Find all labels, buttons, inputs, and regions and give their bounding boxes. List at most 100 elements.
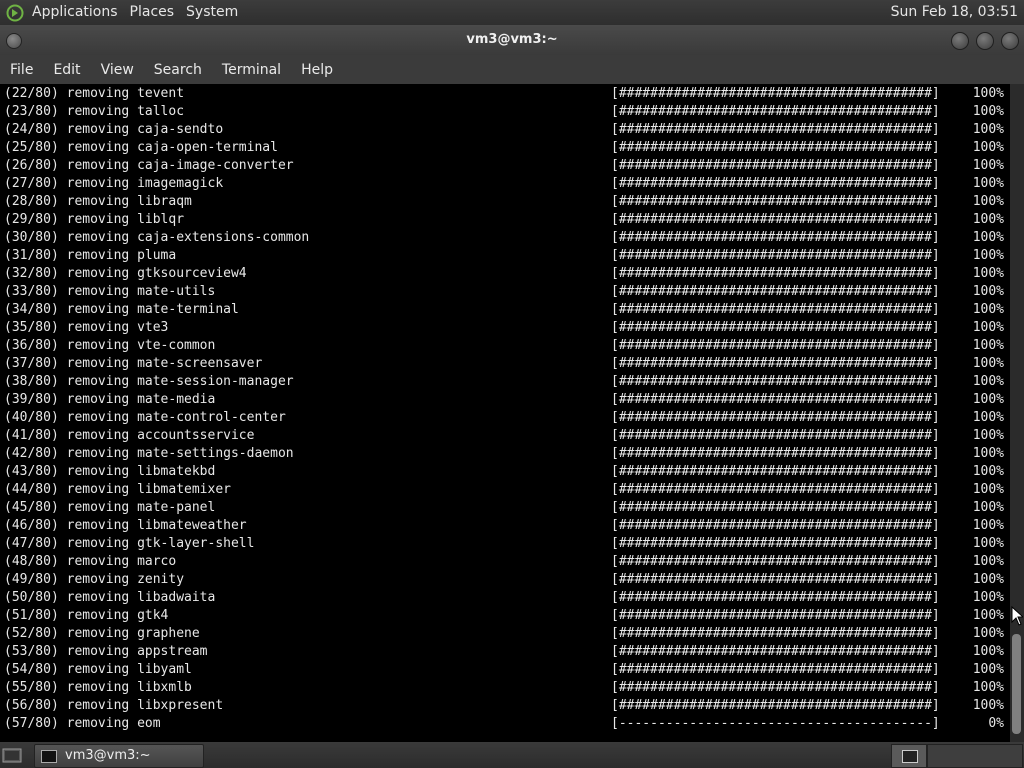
progress-percent: 100%	[972, 212, 1004, 227]
progress-percent: 100%	[972, 338, 1004, 353]
menu-search[interactable]: Search	[144, 62, 212, 78]
progress-bar-text: [#######################################…	[611, 320, 940, 335]
distro-logo-icon[interactable]	[4, 0, 26, 25]
terminal-line: (24/80) removing caja-sendto [###########…	[4, 121, 1004, 139]
package-name: libmatemixer	[137, 482, 231, 497]
top-panel-menus: Applications Places System	[0, 0, 244, 25]
progress-bar-text: [#######################################…	[611, 464, 940, 479]
package-name: mate-utils	[137, 284, 216, 299]
menu-help[interactable]: Help	[291, 62, 343, 78]
progress-percent: 100%	[972, 374, 1004, 389]
progress-percent: 100%	[972, 356, 1004, 371]
package-name: libmatekbd	[137, 464, 216, 479]
mate-logo-icon	[6, 4, 24, 21]
progress-bar-text: [#######################################…	[611, 338, 940, 353]
progress-counter: (50/80) removing	[4, 590, 138, 605]
package-name: appstream	[137, 644, 208, 659]
progress-percent: 100%	[972, 608, 1004, 623]
progress-percent: 100%	[972, 698, 1004, 713]
progress-bar-text: [#######################################…	[611, 626, 940, 641]
progress-bar-text: [#######################################…	[611, 176, 940, 191]
package-name: mate-session-manager	[137, 374, 294, 389]
applications-menu[interactable]: Applications	[32, 0, 118, 25]
terminal-line: (44/80) removing libmatemixer [##########…	[4, 481, 1004, 499]
progress-bar-text: [#######################################…	[611, 590, 940, 605]
progress-bar-text: [#######################################…	[611, 482, 940, 497]
progress-bar-text: [#######################################…	[611, 158, 940, 173]
progress-percent: 100%	[972, 680, 1004, 695]
package-name: gtk-layer-shell	[137, 536, 255, 551]
window-titlebar[interactable]: vm3@vm3:~	[0, 25, 1024, 55]
progress-bar-text: [#######################################…	[611, 392, 940, 407]
progress-counter: (43/80) removing	[4, 464, 138, 479]
top-panel: Applications Places System Sun Feb 18, 0…	[0, 0, 1024, 25]
package-name: gtk4	[137, 608, 169, 623]
terminal-output[interactable]: (22/80) removing tevent [################…	[0, 84, 1010, 742]
terminal-line: (48/80) removing marco [#################…	[4, 553, 1004, 571]
progress-percent: 100%	[972, 644, 1004, 659]
package-name: libmateweather	[137, 518, 247, 533]
progress-counter: (26/80) removing	[4, 158, 138, 173]
workspace-1[interactable]	[891, 744, 927, 768]
bottom-panel: vm3@vm3:~	[0, 742, 1024, 768]
package-name: mate-media	[137, 392, 216, 407]
progress-counter: (55/80) removing	[4, 680, 138, 695]
package-name: accountsservice	[137, 428, 255, 443]
close-button[interactable]	[1001, 32, 1019, 50]
package-name: tevent	[137, 86, 185, 101]
package-name: pluma	[137, 248, 177, 263]
progress-counter: (40/80) removing	[4, 410, 138, 425]
progress-percent: 100%	[972, 626, 1004, 641]
progress-bar-text: [#######################################…	[611, 212, 940, 227]
progress-percent: 100%	[972, 302, 1004, 317]
clock[interactable]: Sun Feb 18, 03:51	[891, 0, 1018, 25]
terminal-line: (39/80) removing mate-media [############…	[4, 391, 1004, 409]
terminal-line: (29/80) removing liblqr [################…	[4, 211, 1004, 229]
show-desktop-icon[interactable]	[2, 746, 22, 764]
window-title: vm3@vm3:~	[466, 32, 558, 47]
menu-terminal[interactable]: Terminal	[212, 62, 291, 78]
package-name: talloc	[137, 104, 185, 119]
progress-bar-text: [#######################################…	[611, 140, 940, 155]
progress-counter: (42/80) removing	[4, 446, 138, 461]
maximize-button[interactable]	[976, 32, 994, 50]
terminal-line: (56/80) removing libxpresent [###########…	[4, 697, 1004, 715]
package-name: libyaml	[137, 662, 192, 677]
package-name: vte-common	[137, 338, 216, 353]
menu-edit[interactable]: Edit	[43, 62, 90, 78]
terminal-line: (45/80) removing mate-panel [############…	[4, 499, 1004, 517]
progress-bar-text: [#######################################…	[611, 104, 940, 119]
progress-counter: (45/80) removing	[4, 500, 138, 515]
menu-file[interactable]: File	[0, 62, 43, 78]
progress-counter: (25/80) removing	[4, 140, 138, 155]
progress-percent: 100%	[972, 230, 1004, 245]
progress-percent: 100%	[972, 284, 1004, 299]
package-name: caja-image-converter	[137, 158, 294, 173]
progress-percent: 100%	[972, 518, 1004, 533]
package-name: gtksourceview4	[137, 266, 247, 281]
progress-counter: (38/80) removing	[4, 374, 138, 389]
terminal-line: (52/80) removing graphene [##############…	[4, 625, 1004, 643]
progress-counter: (41/80) removing	[4, 428, 138, 443]
system-menu[interactable]: System	[186, 0, 238, 25]
window-menu-button[interactable]	[6, 33, 22, 49]
minimize-button[interactable]	[951, 32, 969, 50]
taskbar-terminal-button[interactable]: vm3@vm3:~	[34, 744, 204, 768]
terminal-line: (32/80) removing gtksourceview4 [########…	[4, 265, 1004, 283]
progress-bar-text: [#######################################…	[611, 446, 940, 461]
menu-view[interactable]: View	[91, 62, 144, 78]
progress-bar-text: [#######################################…	[611, 572, 940, 587]
progress-counter: (29/80) removing	[4, 212, 138, 227]
terminal-line: (37/80) removing mate-screensaver [######…	[4, 355, 1004, 373]
workspace-2[interactable]	[927, 744, 1023, 768]
package-name: marco	[137, 554, 177, 569]
progress-counter: (57/80) removing	[4, 716, 138, 731]
scrollbar-thumb[interactable]	[1012, 634, 1021, 734]
mouse-pointer-icon	[1011, 606, 1023, 626]
terminal-line: (55/80) removing libxmlb [###############…	[4, 679, 1004, 697]
package-name: mate-panel	[137, 500, 216, 515]
terminal-scrollbar[interactable]	[1010, 84, 1024, 742]
progress-percent: 100%	[972, 590, 1004, 605]
progress-bar-text: [#######################################…	[611, 194, 940, 209]
places-menu[interactable]: Places	[130, 0, 175, 25]
